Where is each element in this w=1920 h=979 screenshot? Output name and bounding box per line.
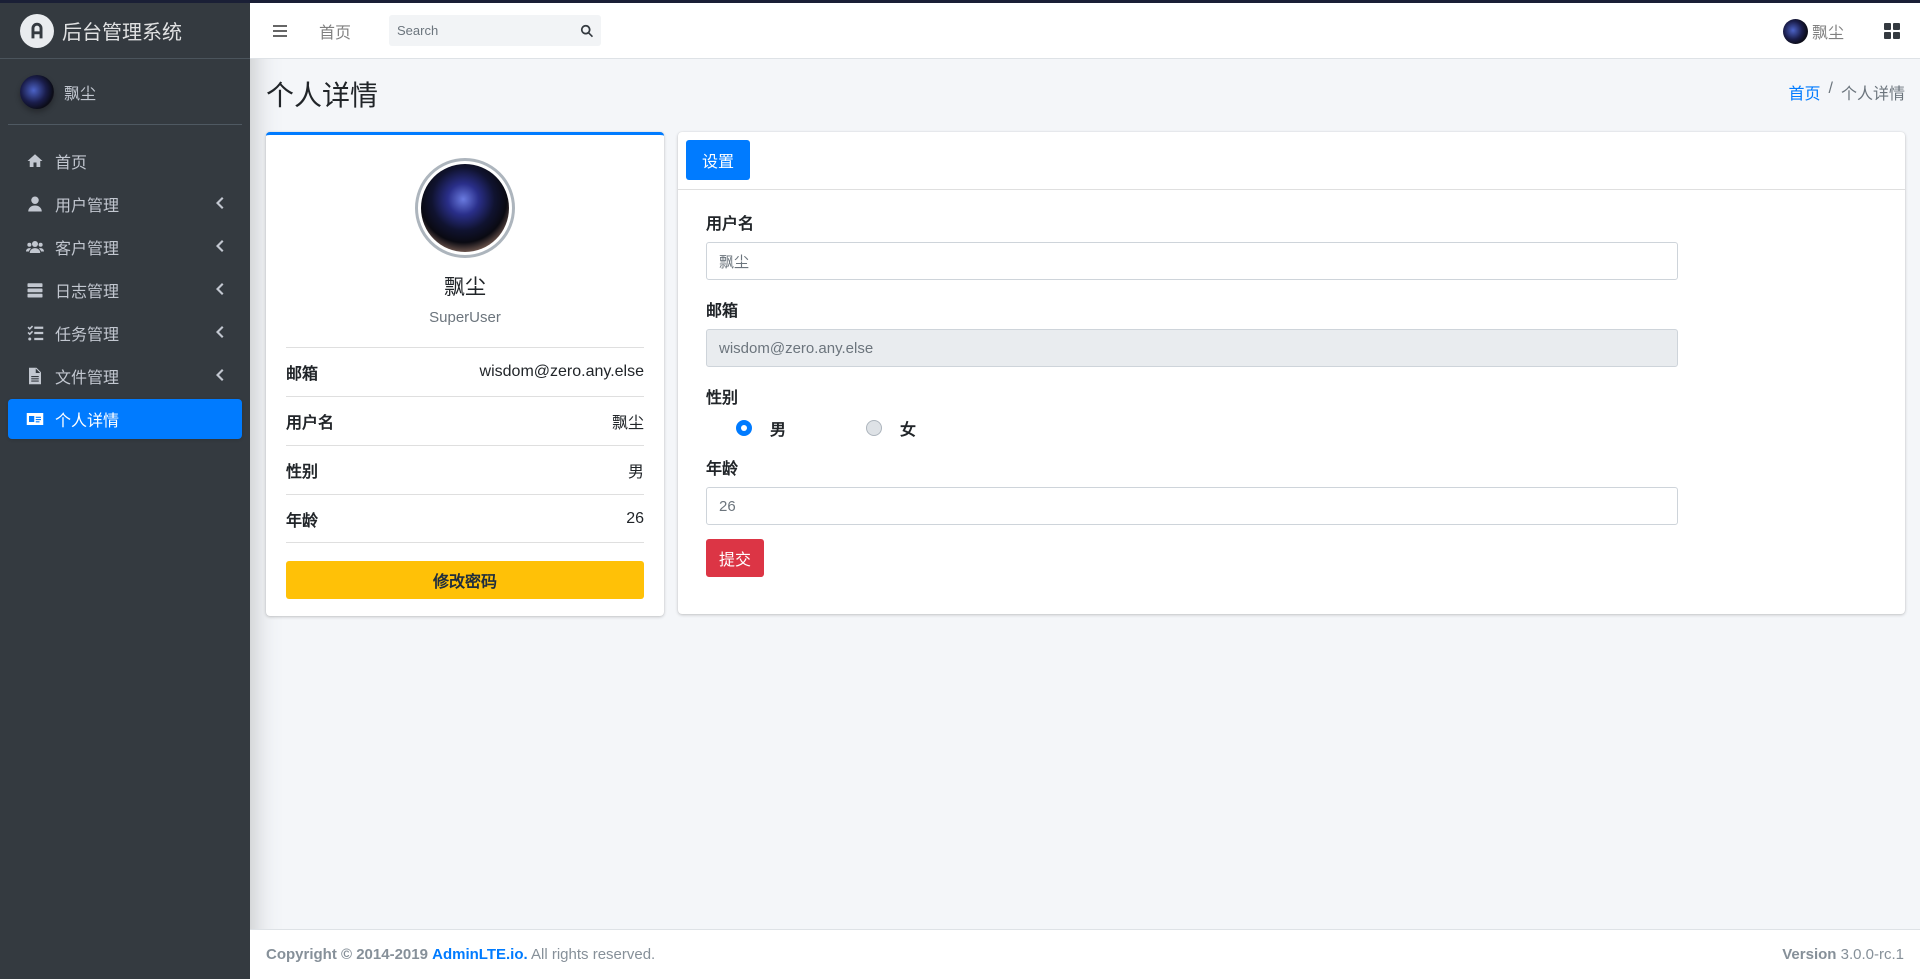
chevron-left-icon (214, 368, 228, 384)
chevron-left-icon (214, 196, 228, 212)
breadcrumb-current: 个人详情 (1840, 86, 1905, 103)
avatar (421, 164, 509, 252)
email-field: wisdom@zero.any.else (706, 329, 1678, 367)
brand-title: 后台管理系统 (62, 22, 182, 44)
version-label: Version (1782, 946, 1837, 963)
main-sidebar: 后台管理系统 飘尘 首页 用户管理 客户管理 日志管理 任务管理 文件管理 个人… (0, 0, 250, 979)
footer-version: Version 3.0.0-rc.1 (1782, 946, 1904, 963)
chevron-left-icon (214, 282, 228, 298)
settings-form: 用户名 飘尘 邮箱 wisdom@zero.any.else 性别 男 女 年龄… (706, 210, 1678, 577)
avatar (20, 74, 54, 109)
sidebar-item-label: 客户管理 (55, 241, 120, 258)
radio-label: 男 (770, 422, 787, 439)
list-item: 性别 男 (286, 445, 644, 494)
search-input[interactable] (389, 15, 574, 46)
submit-button[interactable]: 提交 (706, 539, 764, 577)
info-key: 用户名 (286, 415, 335, 432)
copyright-prefix: Copyright © 2014-2019 (266, 946, 428, 963)
info-key: 年龄 (286, 512, 319, 530)
navbar-user-menu[interactable]: 飘尘 (1782, 18, 1844, 44)
sidebar-item-label: 首页 (55, 155, 88, 172)
version-value: 3.0.0-rc.1 (1840, 946, 1904, 963)
page-title: 个人详情 (266, 80, 379, 111)
profile-avatar (415, 158, 515, 258)
file-icon (24, 367, 46, 385)
breadcrumb-home-link[interactable]: 首页 (1789, 80, 1821, 104)
sidebar-user-name[interactable]: 飘尘 (64, 80, 96, 104)
list-item: 邮箱 wisdom@zero.any.else (286, 347, 644, 396)
sidebar-item-user-management[interactable]: 用户管理 (8, 184, 242, 224)
sidebar-item-home[interactable]: 首页 (8, 141, 242, 181)
gender-radio-group: 男 女 (706, 416, 1678, 440)
tab-settings[interactable]: 设置 (686, 140, 750, 180)
sidebar-item-label: 个人详情 (55, 413, 120, 430)
username-label: 用户名 (706, 216, 755, 233)
sidebar-item-label: 文件管理 (55, 370, 120, 387)
tasks-icon (24, 324, 46, 342)
profile-role: SuperUser (429, 309, 501, 326)
sidebar-item-label: 任务管理 (55, 327, 120, 344)
info-value: wisdom@zero.any.else (479, 363, 644, 380)
info-key: 性别 (286, 464, 319, 481)
home-icon (24, 152, 46, 170)
info-value: 飘尘 (611, 415, 644, 432)
grid-icon (1884, 23, 1900, 39)
breadcrumb: 首页 / 个人详情 (1789, 80, 1905, 104)
brand-link[interactable]: 后台管理系统 (0, 0, 250, 59)
info-value: 26 (626, 509, 644, 527)
footer-copyright: Copyright © 2014-2019 AdminLTE.io. All r… (266, 946, 655, 963)
top-navbar: 首页 飘尘 (250, 0, 1920, 59)
adminlte-logo-icon (20, 13, 54, 48)
list-item: 年龄 26 (286, 494, 644, 543)
list-item: 用户名 飘尘 (286, 396, 644, 445)
adminlte-link[interactable]: AdminLTE.io. (432, 946, 528, 963)
settings-card: 设置 用户名 飘尘 邮箱 wisdom@zero.any.else 性别 男 女… (678, 132, 1905, 614)
avatar (1782, 18, 1808, 44)
change-password-button[interactable]: 修改密码 (286, 561, 644, 599)
breadcrumb-separator: / (1828, 80, 1833, 97)
search-icon (580, 24, 594, 37)
gender-label: 性别 (706, 390, 739, 407)
sidebar-nav: 首页 用户管理 客户管理 日志管理 任务管理 文件管理 个人详情 (0, 125, 250, 458)
profile-name: 飘尘 (444, 276, 486, 299)
copyright-suffix: All rights reserved. (531, 946, 656, 963)
info-value: 男 (627, 464, 644, 481)
menu-toggle-button[interactable] (255, 11, 305, 51)
age-label: 年龄 (706, 461, 739, 478)
gender-radio-female[interactable]: 女 (866, 416, 916, 440)
users-icon (24, 238, 46, 256)
radio-unchecked-icon[interactable] (866, 420, 883, 436)
sidebar-item-profile[interactable]: 个人详情 (8, 399, 242, 439)
navbar-search (389, 15, 602, 46)
sidebar-item-file-management[interactable]: 文件管理 (8, 356, 242, 396)
search-button[interactable] (573, 15, 601, 46)
chevron-left-icon (214, 325, 228, 341)
profile-info-list: 邮箱 wisdom@zero.any.else 用户名 飘尘 性别 男 年龄 2… (286, 347, 644, 543)
username-field[interactable]: 飘尘 (706, 242, 1678, 280)
sidebar-user-panel[interactable]: 飘尘 (8, 59, 242, 125)
chevron-left-icon (214, 239, 228, 255)
sidebar-item-customer-management[interactable]: 客户管理 (8, 227, 242, 267)
radio-checked-icon[interactable] (736, 420, 752, 436)
id-card-icon (24, 410, 46, 428)
navbar-home-link[interactable]: 首页 (305, 19, 365, 43)
info-key: 邮箱 (286, 366, 319, 383)
navbar-right: 飘尘 (1782, 3, 1920, 59)
navbar-user-name: 飘尘 (1811, 25, 1844, 42)
user-icon (24, 195, 46, 213)
profile-card: 飘尘 SuperUser 邮箱 wisdom@zero.any.else 用户名… (266, 132, 664, 616)
sidebar-item-log-management[interactable]: 日志管理 (8, 270, 242, 310)
sidebar-item-task-management[interactable]: 任务管理 (8, 313, 242, 353)
settings-card-header: 设置 (678, 132, 1905, 190)
gender-radio-male[interactable]: 男 (736, 416, 786, 440)
database-icon (24, 281, 46, 299)
sidebar-item-label: 用户管理 (55, 198, 120, 215)
radio-label: 女 (900, 422, 917, 439)
hamburger-icon (273, 24, 287, 37)
email-label: 邮箱 (706, 303, 739, 320)
main-footer: Copyright © 2014-2019 AdminLTE.io. All r… (250, 929, 1920, 979)
age-field[interactable]: 26 (706, 487, 1678, 525)
sidebar-item-label: 日志管理 (55, 284, 120, 301)
control-sidebar-button[interactable] (1882, 21, 1902, 41)
